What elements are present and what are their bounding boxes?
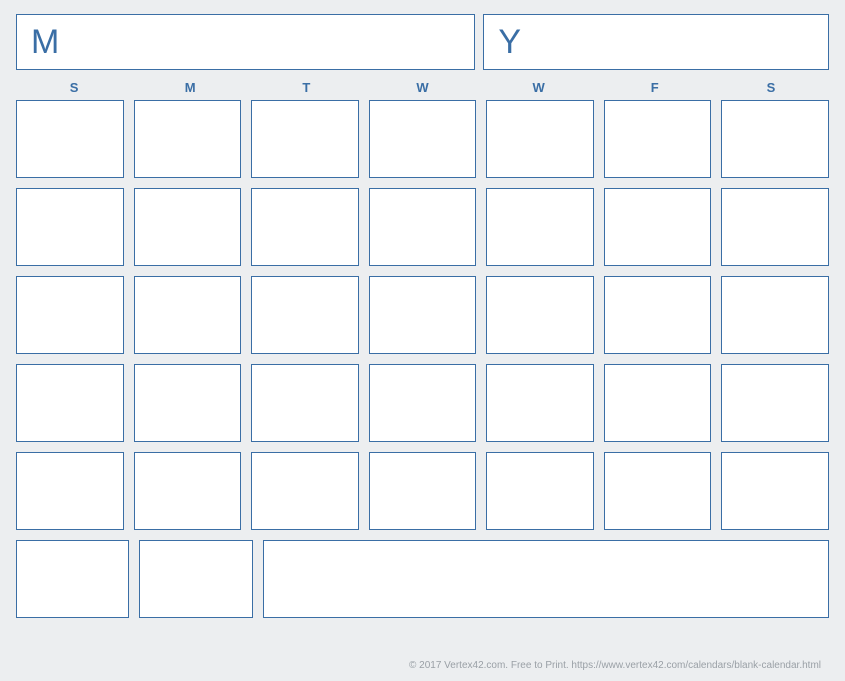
day-cell[interactable]	[604, 364, 712, 442]
day-cell[interactable]	[486, 364, 594, 442]
notes-cell[interactable]	[263, 540, 829, 618]
month-field[interactable]: M	[16, 14, 475, 70]
week-row	[16, 100, 829, 178]
weekday-row: S M T W W F S	[16, 76, 829, 98]
day-cell[interactable]	[369, 188, 477, 266]
day-cell[interactable]	[604, 100, 712, 178]
day-cell[interactable]	[16, 452, 124, 530]
day-cell[interactable]	[721, 188, 829, 266]
day-cell[interactable]	[139, 540, 252, 618]
day-cell[interactable]	[721, 452, 829, 530]
day-cell[interactable]	[251, 364, 359, 442]
weekday-label: M	[132, 80, 248, 95]
day-cell[interactable]	[486, 452, 594, 530]
week-row	[16, 276, 829, 354]
day-cell[interactable]	[369, 100, 477, 178]
weekday-label: F	[597, 80, 713, 95]
week-row	[16, 188, 829, 266]
weekday-label: S	[16, 80, 132, 95]
day-cell[interactable]	[251, 100, 359, 178]
day-cell[interactable]	[16, 540, 129, 618]
header-row: M Y	[16, 14, 829, 70]
weekday-label: W	[481, 80, 597, 95]
weekday-label: T	[248, 80, 364, 95]
day-cell[interactable]	[486, 276, 594, 354]
calendar-grid	[16, 100, 829, 618]
day-cell[interactable]	[369, 452, 477, 530]
day-cell[interactable]	[369, 364, 477, 442]
year-field[interactable]: Y	[483, 14, 829, 70]
day-cell[interactable]	[16, 188, 124, 266]
day-cell[interactable]	[134, 100, 242, 178]
weekday-label: S	[713, 80, 829, 95]
day-cell[interactable]	[604, 188, 712, 266]
weekday-label: W	[364, 80, 480, 95]
week-row	[16, 452, 829, 530]
day-cell[interactable]	[16, 276, 124, 354]
day-cell[interactable]	[251, 188, 359, 266]
day-cell[interactable]	[604, 452, 712, 530]
day-cell[interactable]	[251, 276, 359, 354]
week-row-last	[16, 540, 829, 618]
day-cell[interactable]	[721, 276, 829, 354]
week-row	[16, 364, 829, 442]
day-cell[interactable]	[134, 364, 242, 442]
day-cell[interactable]	[486, 188, 594, 266]
day-cell[interactable]	[369, 276, 477, 354]
calendar-page: M Y S M T W W F S	[0, 0, 845, 681]
day-cell[interactable]	[134, 452, 242, 530]
day-cell[interactable]	[486, 100, 594, 178]
day-cell[interactable]	[16, 364, 124, 442]
day-cell[interactable]	[604, 276, 712, 354]
footer-text: © 2017 Vertex42.com. Free to Print. http…	[409, 660, 821, 671]
day-cell[interactable]	[16, 100, 124, 178]
day-cell[interactable]	[134, 188, 242, 266]
day-cell[interactable]	[721, 100, 829, 178]
day-cell[interactable]	[721, 364, 829, 442]
day-cell[interactable]	[134, 276, 242, 354]
day-cell[interactable]	[251, 452, 359, 530]
